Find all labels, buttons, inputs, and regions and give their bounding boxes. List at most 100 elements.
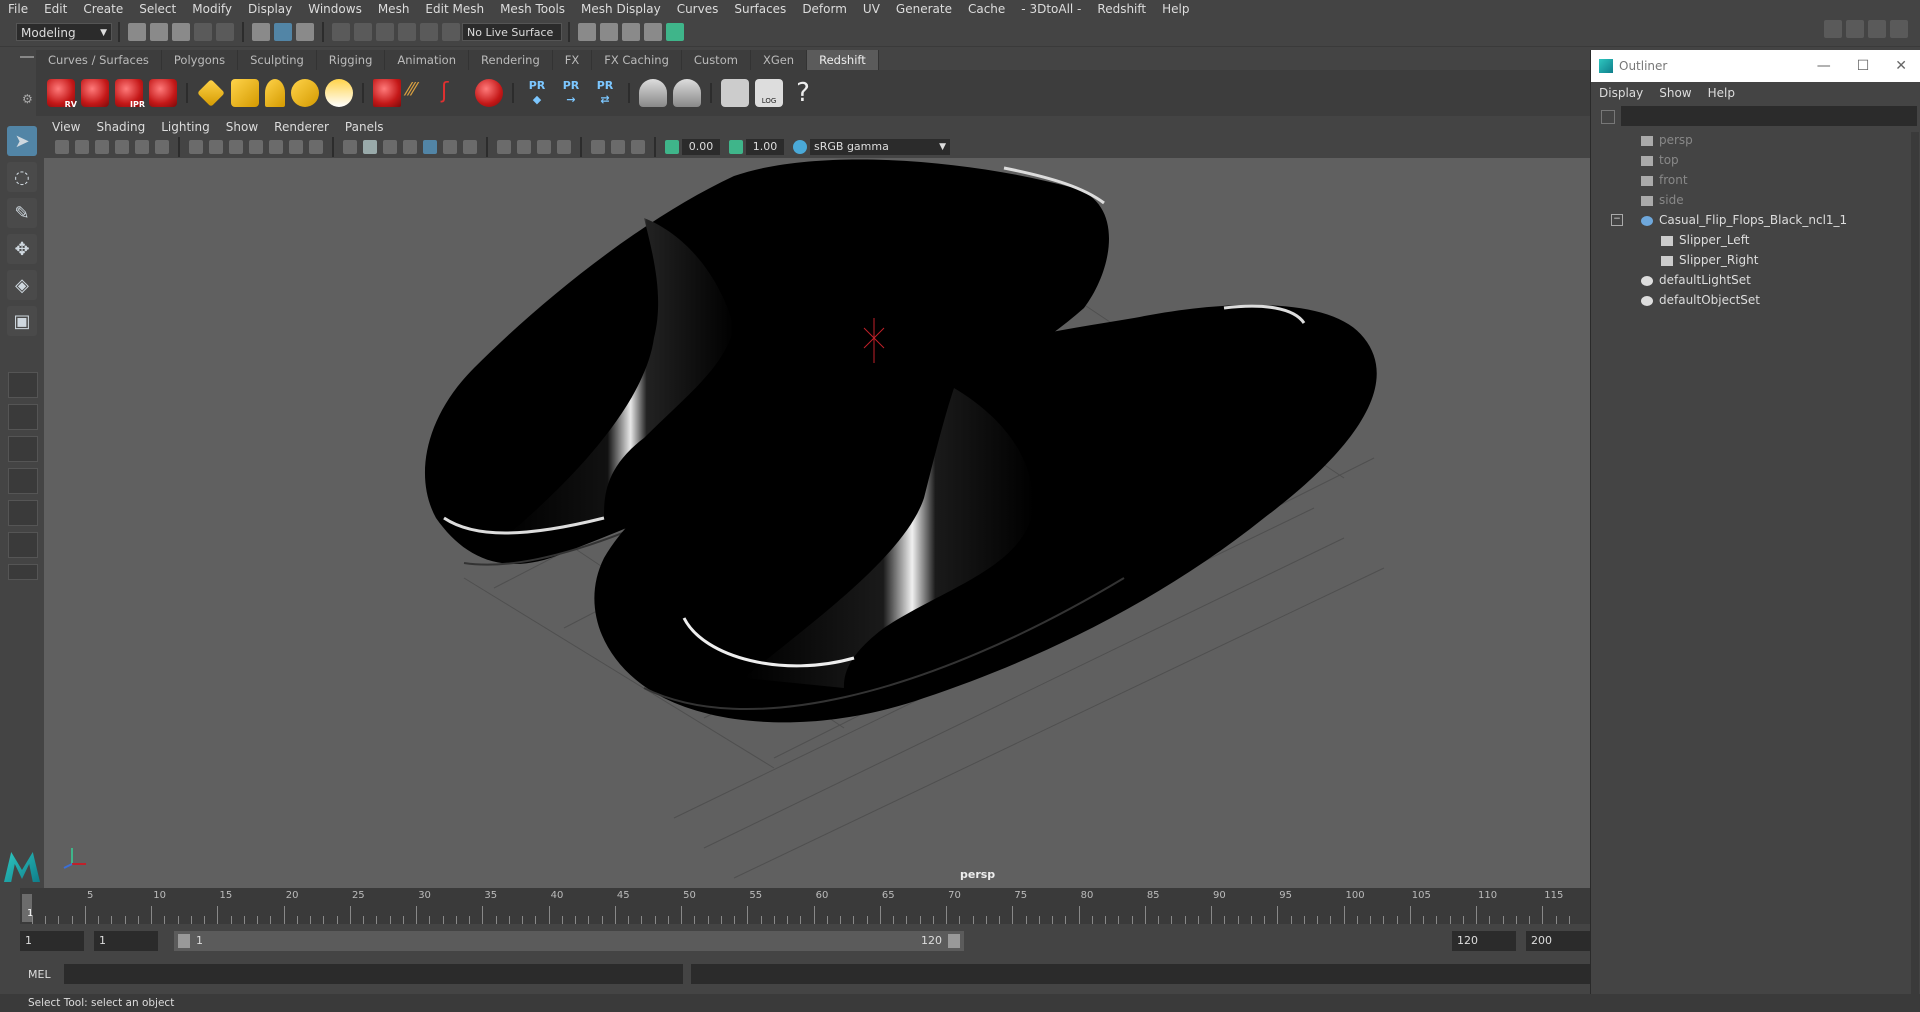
field-chart-icon[interactable] — [269, 140, 283, 154]
viewport-menu-view[interactable]: View — [44, 118, 88, 136]
shelf-tab-fx[interactable]: FX — [552, 50, 593, 70]
menu-edit[interactable]: Edit — [36, 0, 75, 18]
menu-modify[interactable]: Modify — [184, 0, 240, 18]
pr-icon-3[interactable]: PR ⇄ — [591, 79, 619, 107]
single-view-layout-icon[interactable] — [8, 372, 38, 398]
menu-uv[interactable]: UV — [855, 0, 888, 18]
menu-mesh[interactable]: Mesh — [370, 0, 418, 18]
sun-sky-icon[interactable] — [325, 79, 353, 107]
gate-mask-icon[interactable] — [249, 140, 263, 154]
redshift-snapshot-icon[interactable] — [81, 79, 109, 107]
resolution-gate-icon[interactable] — [229, 140, 243, 154]
snap-point-icon[interactable] — [376, 23, 394, 41]
shelf-tab-xgen[interactable]: XGen — [750, 50, 808, 70]
mode-selector[interactable]: Modeling ▼ — [16, 23, 112, 41]
persp-outliner-layout-icon[interactable] — [8, 500, 38, 526]
menu-help[interactable]: Help — [1154, 0, 1197, 18]
redshift-ipr-icon[interactable]: IPR — [115, 79, 145, 109]
motion-blur-icon[interactable] — [497, 140, 511, 154]
live-surface-field[interactable]: No Live Surface — [462, 23, 562, 41]
outliner-menu-display[interactable]: Display — [1591, 82, 1651, 104]
menu-deform[interactable]: Deform — [794, 0, 855, 18]
safe-title-icon[interactable] — [309, 140, 323, 154]
hair-icon[interactable]: ʃ — [441, 79, 469, 107]
outliner-item[interactable]: Slipper_Right — [1661, 250, 1758, 270]
attribute-editor-icon[interactable] — [1846, 20, 1864, 38]
render-settings-icon[interactable] — [622, 23, 640, 41]
pr-icon-2[interactable]: PR → — [557, 79, 585, 107]
paint-select-icon[interactable]: ✎ — [7, 198, 37, 228]
select-hierarchy-icon[interactable] — [252, 23, 270, 41]
shelf-tab-custom[interactable]: Custom — [681, 50, 751, 70]
close-icon[interactable]: ✕ — [1895, 58, 1907, 74]
menu-file[interactable]: File — [0, 0, 36, 18]
select-object-icon[interactable] — [274, 23, 292, 41]
pr-icon-1[interactable]: PR ◆ — [523, 79, 551, 107]
collapse-icon[interactable]: − — [1611, 214, 1623, 226]
xray-joints-icon[interactable] — [611, 140, 625, 154]
outliner-menu-help[interactable]: Help — [1700, 82, 1743, 104]
color-space-select[interactable]: sRGB gamma ▼ — [810, 139, 950, 155]
viewport-menu-show[interactable]: Show — [218, 118, 266, 136]
script-editor-icon[interactable] — [721, 79, 749, 107]
dome-light-icon[interactable] — [291, 79, 319, 107]
redo-icon[interactable] — [216, 23, 234, 41]
viewport-menu-renderer[interactable]: Renderer — [266, 118, 337, 136]
xray-components-icon[interactable] — [631, 140, 645, 154]
render-view-icon[interactable] — [666, 23, 684, 41]
smooth-shade-icon[interactable] — [363, 140, 377, 154]
gamma-field[interactable]: 1.00 — [746, 139, 784, 155]
hypershade-icon[interactable] — [644, 23, 662, 41]
shelf-tab-animation[interactable]: Animation — [385, 50, 470, 70]
color-management-icon[interactable] — [793, 140, 807, 154]
undo-icon[interactable] — [194, 23, 212, 41]
animation-start-field[interactable]: 1 — [20, 931, 84, 951]
outliner-item[interactable]: top — [1641, 150, 1679, 170]
viewport-3d[interactable] — [44, 158, 1590, 888]
render-current-icon[interactable] — [578, 23, 596, 41]
menu-3dtoall[interactable]: - 3DtoAll - — [1013, 0, 1089, 18]
textured-icon[interactable] — [403, 140, 417, 154]
ipr-render-icon[interactable] — [600, 23, 618, 41]
viewport-menu-panels[interactable]: Panels — [337, 118, 392, 136]
modeling-toolkit-icon[interactable] — [1824, 20, 1842, 38]
open-scene-icon[interactable] — [150, 23, 168, 41]
exposure-field[interactable]: 0.00 — [682, 139, 720, 155]
new-scene-icon[interactable] — [128, 23, 146, 41]
time-slider[interactable]: 5 10 15 20 25 30 35 40 45 50 55 60 65 70 75 80 85 90 95 100… — [20, 888, 1590, 924]
outliner-search-input[interactable] — [1621, 106, 1917, 126]
playback-start-field[interactable]: 1 — [94, 931, 158, 951]
tool-settings-icon[interactable] — [1868, 20, 1886, 38]
persp-uv-layout-icon[interactable] — [8, 532, 38, 558]
isolate-select-icon[interactable] — [557, 140, 571, 154]
menu-windows[interactable]: Windows — [300, 0, 370, 18]
range-start-handle[interactable] — [178, 934, 190, 948]
redshift-render-view-icon[interactable]: RV — [47, 79, 77, 109]
proxy-icon[interactable] — [373, 79, 401, 107]
select-tool-icon[interactable]: ➤ — [7, 126, 37, 156]
persp-graph-layout-icon[interactable] — [8, 468, 38, 494]
log-icon[interactable]: LOG — [755, 79, 783, 107]
default-material-icon[interactable] — [383, 140, 397, 154]
film-gate-icon[interactable] — [209, 140, 223, 154]
camera-attributes-icon[interactable] — [75, 140, 89, 154]
menu-create[interactable]: Create — [75, 0, 131, 18]
outliner-item[interactable]: front — [1641, 170, 1688, 190]
layout-more-icon[interactable] — [8, 564, 38, 580]
rotate-tool-icon[interactable]: ◈ — [7, 270, 37, 300]
area-light-icon[interactable] — [197, 79, 225, 107]
menu-cache[interactable]: Cache — [960, 0, 1013, 18]
menu-select[interactable]: Select — [131, 0, 184, 18]
viewport-menu-shading[interactable]: Shading — [88, 118, 153, 136]
redshift-settings-icon[interactable] — [149, 79, 177, 107]
mel-label[interactable]: MEL — [28, 968, 58, 981]
wireframe-icon[interactable] — [343, 140, 357, 154]
shelf-tab-sculpting[interactable]: Sculpting — [238, 50, 317, 70]
camera-select-icon[interactable] — [55, 140, 69, 154]
range-end-handle[interactable] — [948, 934, 960, 948]
outliner-item[interactable]: defaultObjectSet — [1641, 290, 1760, 310]
grid-icon[interactable] — [189, 140, 203, 154]
shelf-tab-rigging[interactable]: Rigging — [316, 50, 386, 70]
outliner-item[interactable]: Casual_Flip_Flops_Black_ncl1_1 − — [1611, 210, 1847, 230]
menu-redshift[interactable]: Redshift — [1089, 0, 1154, 18]
